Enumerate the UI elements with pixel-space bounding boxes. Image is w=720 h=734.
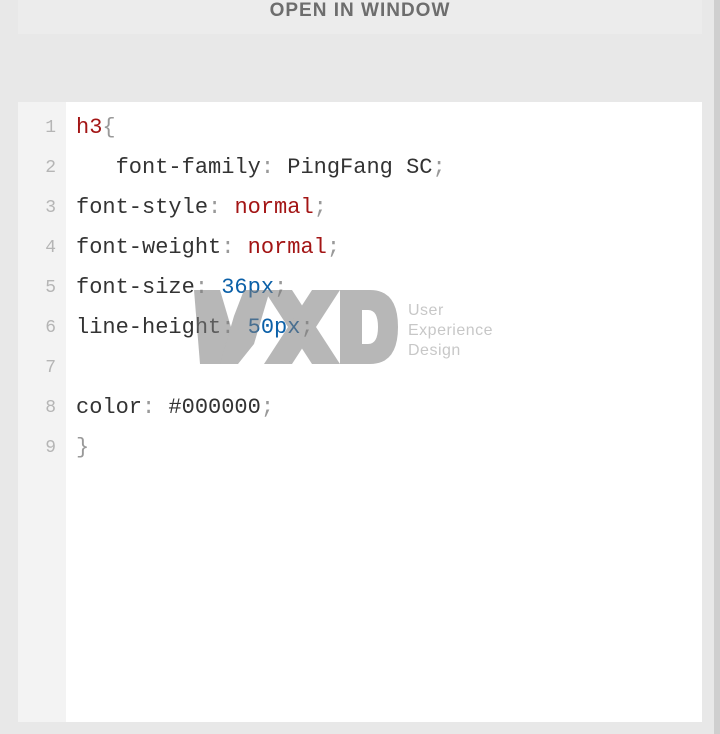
line-number: 7: [18, 348, 56, 388]
code-token: font-style: [76, 195, 208, 220]
code-token: normal: [248, 235, 327, 260]
open-in-window-button[interactable]: OPEN IN WINDOW: [18, 0, 702, 34]
code-line[interactable]: color: #000000;: [76, 388, 446, 428]
code-token: ;: [327, 235, 340, 260]
code-token: ;: [432, 155, 445, 180]
code-token: ;: [300, 315, 313, 340]
code-token: :: [142, 395, 168, 420]
code-token: {: [102, 115, 115, 140]
line-number: 8: [18, 388, 56, 428]
line-number: 4: [18, 228, 56, 268]
code-content[interactable]: h3{ font-family: PingFang SC;font-style:…: [66, 102, 446, 722]
code-line[interactable]: font-size: 36px;: [76, 268, 446, 308]
code-token: 50px: [248, 315, 301, 340]
code-token: normal: [234, 195, 313, 220]
code-token: :: [221, 315, 247, 340]
code-line[interactable]: font-family: PingFang SC;: [76, 148, 446, 188]
code-token: line-height: [76, 315, 221, 340]
code-line[interactable]: [76, 348, 446, 388]
code-token: h3: [76, 115, 102, 140]
line-number: 3: [18, 188, 56, 228]
code-editor[interactable]: 123456789 h3{ font-family: PingFang SC;f…: [18, 102, 702, 722]
code-token: font-size: [76, 275, 195, 300]
code-token: PingFang SC: [287, 155, 432, 180]
line-number: 5: [18, 268, 56, 308]
code-token: color: [76, 395, 142, 420]
code-token: ;: [274, 275, 287, 300]
line-number: 6: [18, 308, 56, 348]
code-token: }: [76, 435, 89, 460]
code-token: ;: [314, 195, 327, 220]
code-token: [76, 155, 116, 180]
code-token: 36px: [221, 275, 274, 300]
scrollbar-track[interactable]: [714, 0, 720, 734]
code-line[interactable]: h3{: [76, 108, 446, 148]
line-number: 2: [18, 148, 56, 188]
code-token: :: [221, 235, 247, 260]
code-line[interactable]: font-style: normal;: [76, 188, 446, 228]
code-token: :: [261, 155, 287, 180]
code-token: font-family: [116, 155, 261, 180]
line-number: 1: [18, 108, 56, 148]
code-token: ;: [261, 395, 274, 420]
code-line[interactable]: line-height: 50px;: [76, 308, 446, 348]
code-token: :: [195, 275, 221, 300]
code-token: :: [208, 195, 234, 220]
line-number: 9: [18, 428, 56, 468]
open-in-window-label: OPEN IN WINDOW: [270, 0, 451, 21]
code-token: font-weight: [76, 235, 221, 260]
line-number-gutter: 123456789: [18, 102, 66, 722]
code-token: #000000: [168, 395, 260, 420]
code-line[interactable]: font-weight: normal;: [76, 228, 446, 268]
code-line[interactable]: }: [76, 428, 446, 468]
